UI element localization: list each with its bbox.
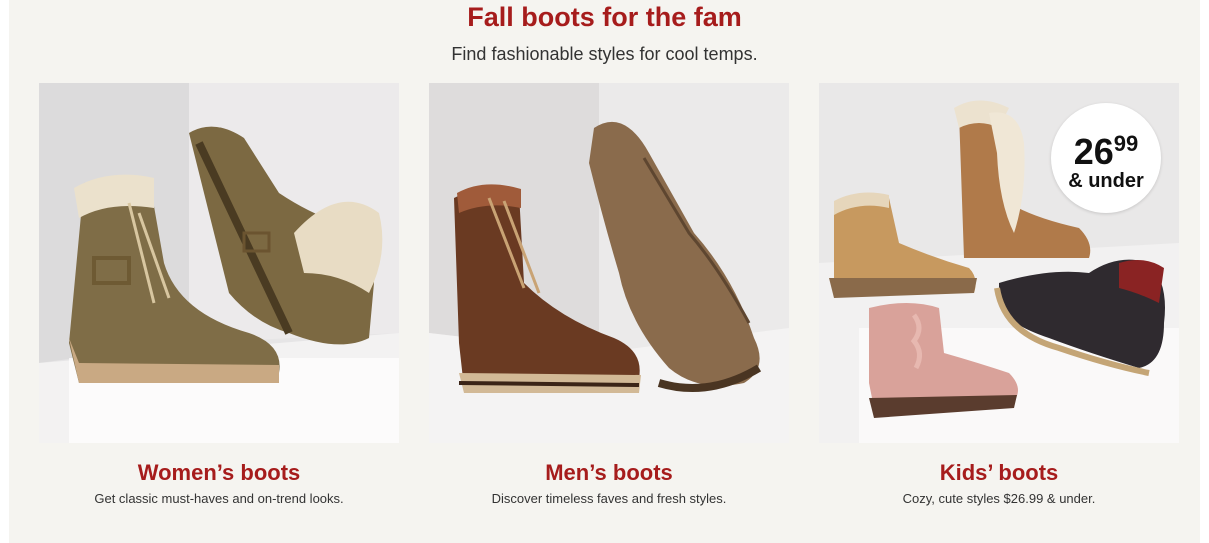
kids-boots-description: Cozy, cute styles $26.99 & under.: [902, 491, 1096, 506]
price-badge: 2699 & under: [1051, 103, 1161, 213]
mens-boots-card[interactable]: Men’s boots Discover timeless faves and …: [429, 83, 789, 506]
badge-cents: 99: [1113, 131, 1139, 156]
page-title: Fall boots for the fam: [467, 2, 742, 32]
kids-boots-image[interactable]: 2699 & under: [819, 83, 1179, 443]
page-subtitle: Find fashionable styles for cool temps.: [451, 44, 758, 64]
mens-boots-illustration: [429, 83, 789, 443]
mens-boots-image[interactable]: [429, 83, 789, 443]
mens-boots-heading[interactable]: Men’s boots: [429, 460, 789, 486]
promo-panel: Fall boots for the fam Find fashionable …: [9, 0, 1200, 543]
mens-boots-description: Discover timeless faves and fresh styles…: [491, 491, 727, 506]
kids-boots-heading[interactable]: Kids’ boots: [819, 460, 1179, 486]
womens-boots-description: Get classic must-haves and on-trend look…: [94, 491, 344, 506]
womens-boots-heading[interactable]: Women’s boots: [39, 460, 399, 486]
badge-suffix: & under: [1068, 170, 1144, 192]
badge-dollars: 26: [1073, 131, 1114, 172]
kids-boots-card[interactable]: 2699 & under Kids’ boots Cozy, cute styl…: [819, 83, 1179, 506]
womens-boots-card[interactable]: Women’s boots Get classic must-haves and…: [39, 83, 399, 506]
womens-boots-illustration: [39, 83, 399, 443]
badge-price: 2699: [1051, 125, 1161, 171]
womens-boots-image[interactable]: [39, 83, 399, 443]
